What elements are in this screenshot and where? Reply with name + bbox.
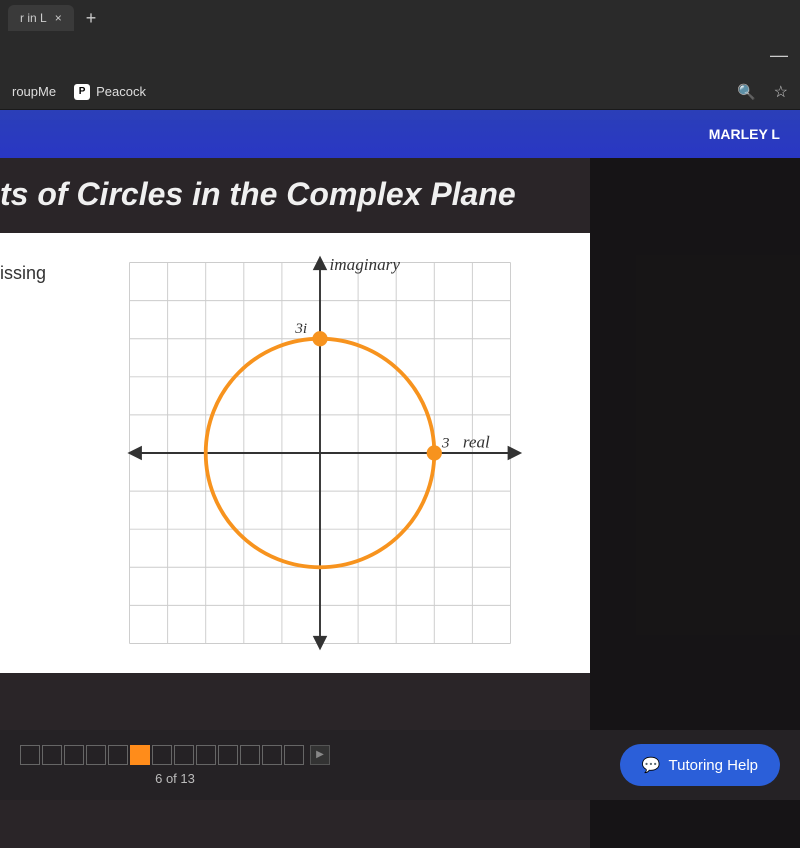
footer-bar: ▶ 6 of 13 💬 Tutoring Help [0,730,800,800]
content-area: MARLEY L ts of Circles in the Complex Pl… [0,110,800,800]
progress-box[interactable] [20,745,40,765]
browser-toolbar: — [0,36,800,74]
tab-title: r in L [20,11,47,25]
search-icon[interactable]: 🔍 [737,83,756,101]
minimize-icon[interactable]: — [770,45,788,66]
point-label-3: 3 [441,434,450,451]
progress-box-current[interactable] [130,745,150,765]
browser-tab-bar: r in L × + [0,0,800,36]
user-name: MARLEY L [709,126,780,142]
star-icon[interactable]: ☆ [774,82,788,102]
progress-box[interactable] [284,745,304,765]
progress-box[interactable] [86,745,106,765]
new-tab-button[interactable]: + [74,8,109,29]
progress-box[interactable] [240,745,260,765]
imaginary-axis-label: imaginary [330,255,401,274]
close-icon[interactable]: × [55,11,62,25]
progress-box[interactable] [152,745,172,765]
progress-box[interactable] [64,745,84,765]
app-banner: MARLEY L [0,110,800,158]
bookmark-groupme[interactable]: roupMe [12,84,56,99]
progress-box[interactable] [262,745,282,765]
question-text: issing [0,253,50,653]
point-3i [312,331,327,346]
next-button[interactable]: ▶ [310,745,330,765]
progress-boxes: ▶ [20,745,330,765]
tutoring-label: Tutoring Help [669,757,759,774]
real-axis-label: real [463,432,490,451]
progress-box[interactable] [174,745,194,765]
complex-plane-graph: imaginary real 3i 3 [50,253,590,653]
chat-icon: 💬 [642,756,661,774]
bookmark-label: Peacock [96,84,146,99]
axes [130,258,520,648]
browser-tab[interactable]: r in L × [8,5,74,31]
point-label-3i: 3i [294,320,307,337]
progress-box[interactable] [108,745,128,765]
progress-label: 6 of 13 [155,771,195,786]
progress-box[interactable] [196,745,216,765]
lesson-title: ts of Circles in the Complex Plane [0,158,590,231]
bookmark-label: roupMe [12,84,56,99]
graph-svg: imaginary real 3i 3 [50,253,590,653]
bookmark-peacock[interactable]: P Peacock [74,84,146,100]
progress-box[interactable] [218,745,238,765]
progress-indicator: ▶ 6 of 13 [20,745,330,786]
progress-box[interactable] [42,745,62,765]
bookmarks-bar: roupMe P Peacock 🔍 ☆ [0,74,800,110]
tutoring-help-button[interactable]: 💬 Tutoring Help [620,744,780,786]
point-3 [427,445,442,460]
question-area: issing [0,233,590,673]
peacock-icon: P [74,84,90,100]
